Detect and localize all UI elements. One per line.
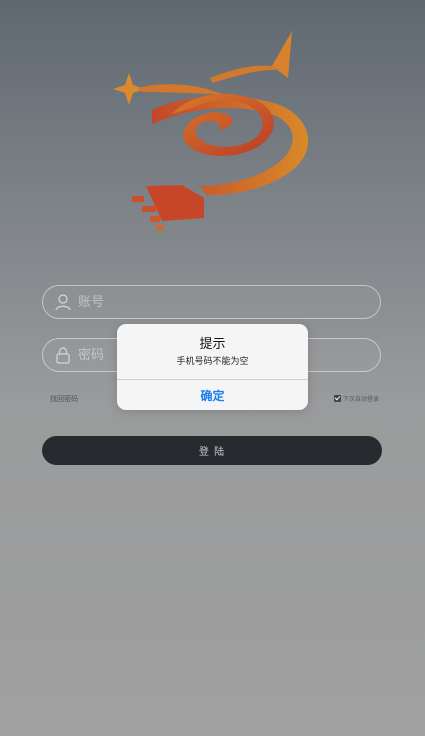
alert-dialog: 提示 手机号码不能为空 确定 — [117, 324, 308, 410]
checkbox-checked-icon[interactable] — [334, 395, 341, 402]
remember-login-option[interactable]: 下次自动登录 — [334, 394, 379, 403]
account-input[interactable] — [78, 286, 368, 318]
alert-title: 提示 — [199, 337, 226, 352]
remember-label: 下次自动登录 — [343, 396, 380, 403]
app-logo — [113, 31, 309, 230]
alert-message: 手机号码不能为空 — [176, 357, 249, 367]
lock-icon — [56, 347, 70, 364]
alert-confirm-button[interactable]: 确定 — [117, 380, 308, 410]
account-field[interactable] — [42, 285, 381, 319]
user-icon — [55, 294, 71, 311]
login-button[interactable]: 登 陆 — [42, 436, 382, 465]
forgot-password-link[interactable]: 找回密码 — [50, 394, 78, 404]
